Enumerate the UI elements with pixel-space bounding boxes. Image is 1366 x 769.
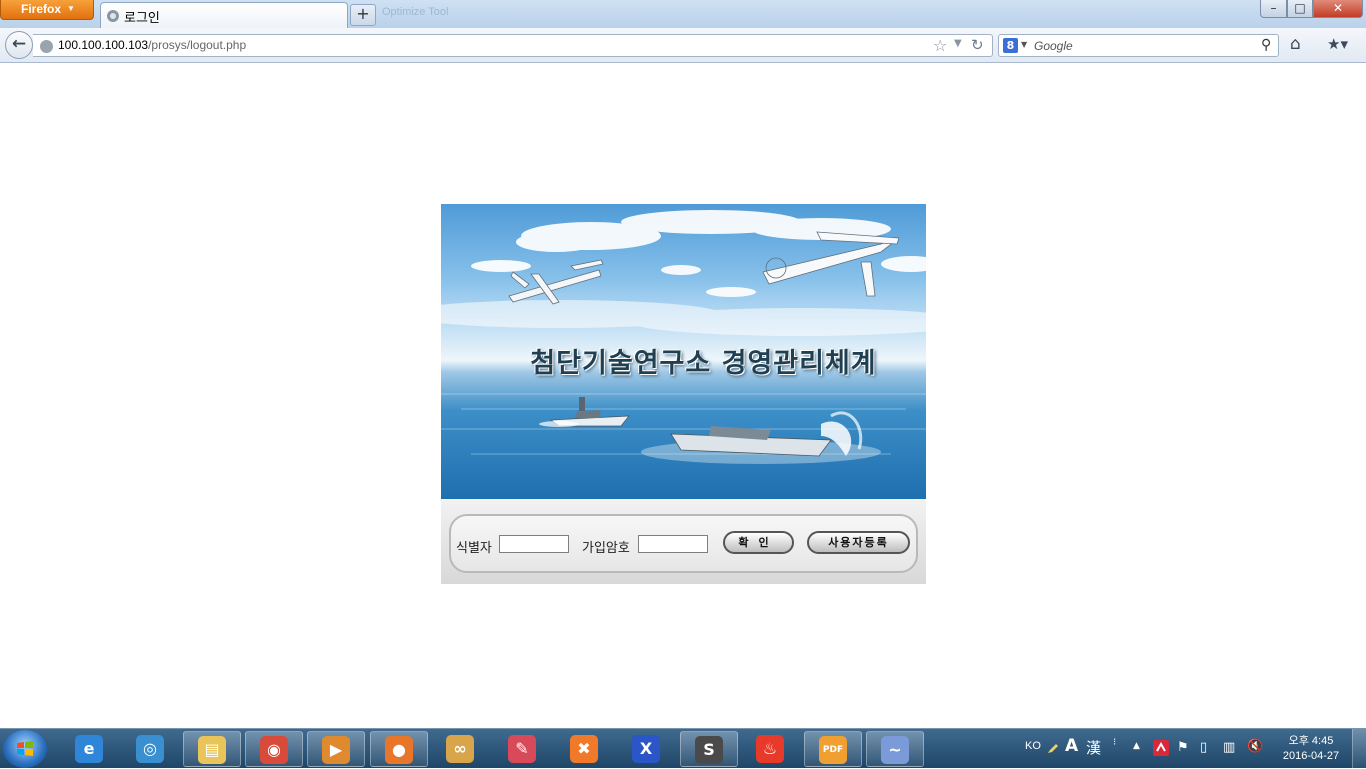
volume-muted-icon[interactable]: 🔇 [1247,739,1263,754]
confirm-button[interactable]: 확인 [723,531,794,554]
navigation-toolbar: ← 100.100.100.103/prosys/logout.php ☆ ▼ … [0,28,1366,63]
address-bar[interactable]: 100.100.100.103/prosys/logout.php ☆ ▼ ↻ [33,34,993,57]
show-desktop-button[interactable] [1352,729,1366,769]
taskbar-app-file-explorer[interactable]: ▤ [183,731,241,767]
app-link-icon: ∞ [446,735,474,763]
windows-logo-icon [17,741,33,756]
red-app-icon: ♨ [756,735,784,763]
taskbar-app-media-player[interactable]: ◎ [122,731,180,767]
network-icon[interactable]: ▥ [1223,740,1235,755]
system-title: 첨단기술연구소 경영관리체계 [530,348,877,379]
taskbar-app-xampp[interactable]: ✖ [556,731,614,767]
taskbar-app-notepad-app[interactable]: ✎ [494,731,552,767]
tool-app-icon: X [632,735,660,763]
taskbar-app-chrome[interactable]: ◉ [245,731,303,767]
firefox-menu-label: Firefox [21,2,62,16]
firefox-menu-button[interactable]: Firefox ▼ [0,0,94,20]
sublime-text-icon: S [695,736,723,764]
login-panel: 첨단기술연구소 경영관리체계 식별자 가입암호 확인 사용자등록 [441,204,926,584]
taskbar-app-sublime-text[interactable]: S [680,731,738,767]
close-window-button[interactable]: ✕ [1313,0,1363,18]
search-placeholder: Google [1034,39,1073,53]
search-bar[interactable]: 8 ▼ Google ⚲ [998,34,1279,57]
register-user-button[interactable]: 사용자등록 [807,531,910,554]
taskbar-app-tool-app[interactable]: X [618,731,676,767]
search-engine-dropdown-icon[interactable]: ▼ [1021,40,1027,49]
maximize-button[interactable]: □ [1287,0,1313,18]
chevron-down-icon: ▼ [67,4,75,13]
search-icon[interactable]: ⚲ [1261,37,1271,53]
url-host: 100.100.100.103 [58,38,149,52]
hero-banner: 첨단기술연구소 경영관리체계 [441,204,926,499]
google-icon[interactable]: 8 [1003,38,1018,53]
dolphin-app-icon: ~ [881,736,909,764]
chrome-icon: ◉ [260,736,288,764]
url-text: 100.100.100.103/prosys/logout.php [58,38,246,52]
tab-title: 로그인 [124,11,160,26]
small-boat [539,397,630,427]
show-hidden-icons-icon[interactable]: ▲ [1133,741,1145,753]
media-player-icon: ◎ [136,735,164,763]
device-icon[interactable]: ▯ [1200,740,1212,755]
start-button[interactable] [3,730,47,768]
new-tab-button[interactable]: + [350,4,376,26]
home-icon[interactable]: ⌂ [1290,34,1301,54]
clock[interactable]: 오후 4:45 2016-04-27 [1276,734,1346,764]
password-label: 가입암호 [582,541,630,556]
taskbar-app-pdf-app[interactable]: PDF [804,731,862,767]
right-aircraft [762,231,900,297]
system-tray: KO A 漢 ⁝ ▲ ⚑ ▯ ▥ 🔇 [1020,729,1320,769]
site-identity-icon[interactable] [40,40,53,53]
url-path: /prosys/logout.php [148,38,247,52]
video-player-icon: ▶ [322,736,350,764]
reload-icon[interactable]: ↻ [971,36,984,54]
id-input[interactable] [499,535,569,553]
action-center-flag-icon[interactable]: ⚑ [1177,740,1189,755]
pdf-app-icon: PDF [819,736,847,764]
taskbar-app-red-app[interactable]: ♨ [742,731,800,767]
taskbar-app-dolphin-app[interactable]: ~ [866,731,924,767]
ime-mode-indicator[interactable]: A [1065,736,1078,756]
bookmark-star-icon[interactable]: ☆ [933,36,947,55]
taskbar: e ◎ ▤ ◉ ▶ ● ∞ ✎ ✖ X S ♨ PDF ~ KO A 漢 ⁝ ▲ ⚑ ▯ ▥ 🔇 오후 4… [0,728,1366,769]
hanja-indicator[interactable]: 漢 [1086,737,1101,758]
language-indicator[interactable]: KO [1025,740,1041,752]
page-icon [107,10,119,22]
xampp-icon: ✖ [570,735,598,763]
large-boat [641,411,881,464]
back-arrow-icon: ← [11,34,27,54]
bookmarks-menu-icon[interactable]: ★▾ [1327,35,1348,53]
internet-explorer-icon: e [75,735,103,763]
id-label: 식별자 [456,541,492,556]
minimize-button[interactable]: – [1260,0,1287,18]
login-form: 식별자 가입암호 확인 사용자등록 [441,499,926,584]
taskbar-app-app-link[interactable]: ∞ [432,731,490,767]
security-app-icon[interactable] [1153,740,1169,756]
taskbar-app-video-player[interactable]: ▶ [307,731,365,767]
background-window-title: Optimize Tool [382,6,449,18]
taskbar-app-firefox[interactable]: ● [370,731,428,767]
ime-pen-icon[interactable] [1047,742,1059,754]
back-button[interactable]: ← [5,31,33,59]
clock-date: 2016-04-27 [1282,750,1340,762]
taskbar-app-internet-explorer[interactable]: e [61,731,119,767]
browser-titlebar: Firefox ▼ 로그인 + Optimize Tool – □ ✕ [0,0,1366,28]
firefox-icon: ● [385,736,413,764]
ime-options-icon[interactable]: ⁝ [1113,737,1125,749]
clock-time: 오후 4:45 [1288,735,1334,747]
history-dropdown-icon[interactable]: ▼ [954,38,962,49]
browser-tab-login[interactable]: 로그인 [100,2,348,28]
file-explorer-icon: ▤ [198,736,226,764]
password-input[interactable] [638,535,708,553]
notepad-app-icon: ✎ [508,735,536,763]
